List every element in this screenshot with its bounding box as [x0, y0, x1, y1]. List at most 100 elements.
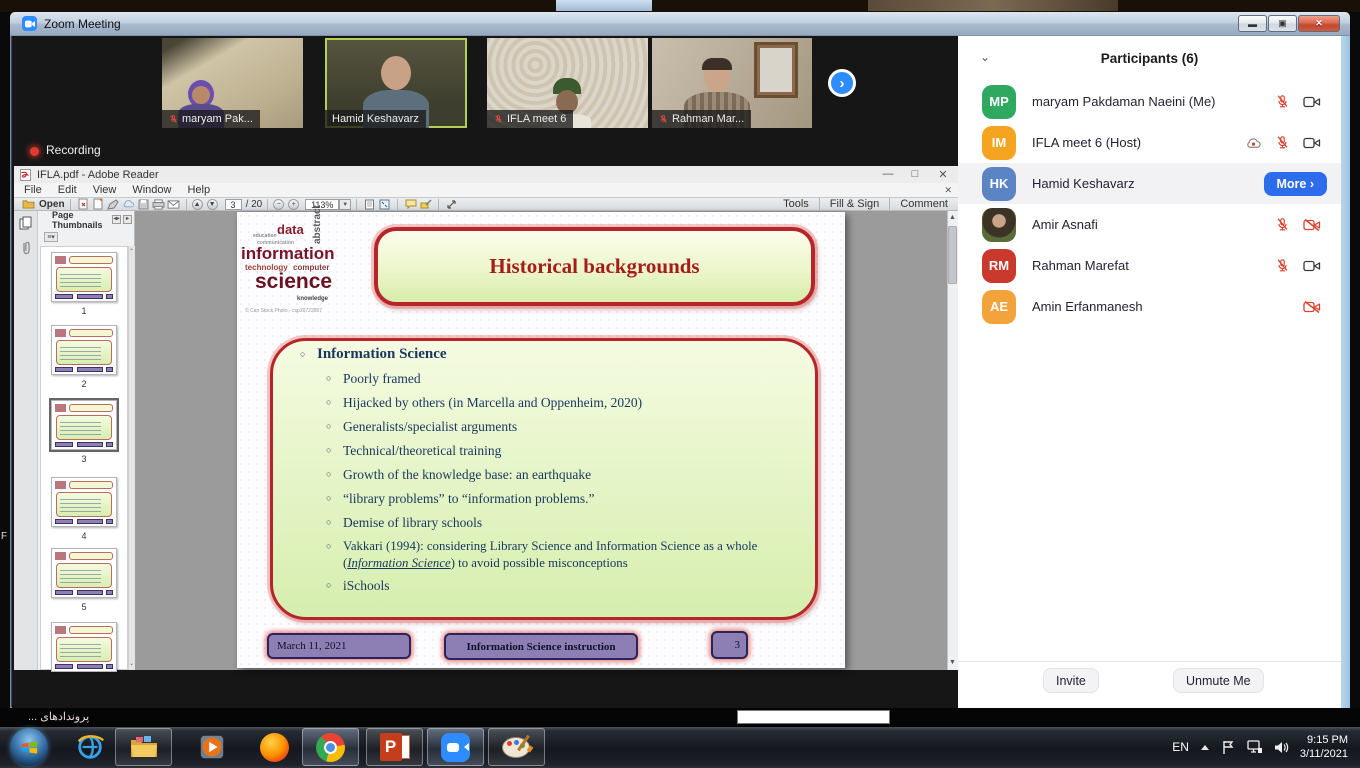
- taskbar-internet-explorer[interactable]: [68, 728, 112, 766]
- taskbar-file-explorer[interactable]: [115, 728, 172, 766]
- comment-button[interactable]: Comment: [890, 198, 958, 210]
- avatar: RM: [982, 249, 1016, 283]
- slide-footer-date: March 11, 2021: [267, 633, 411, 659]
- taskbar-zoom[interactable]: [427, 728, 484, 766]
- pdf-minimize-button[interactable]: —: [878, 168, 898, 180]
- page-thumbnail[interactable]: 5: [46, 548, 122, 612]
- tools-button[interactable]: Tools: [773, 198, 819, 210]
- menu-help[interactable]: Help: [187, 184, 210, 196]
- page-view-icon[interactable]: [362, 198, 377, 210]
- menu-view[interactable]: View: [93, 184, 117, 196]
- network-icon[interactable]: [1246, 740, 1263, 754]
- pdf-maximize-button[interactable]: □: [905, 168, 925, 180]
- close-button[interactable]: ✕: [1298, 15, 1340, 32]
- pdf-titlebar[interactable]: IFLA.pdf - Adobe Reader: [14, 166, 958, 183]
- panel-menu-icon[interactable]: ▸: [123, 215, 132, 224]
- nav-icon-strip: [14, 211, 38, 670]
- scroll-down-icon[interactable]: ▼: [948, 658, 957, 667]
- participant-row[interactable]: MP maryam Pakdaman Naeini (Me): [958, 81, 1341, 122]
- avatar: HK: [982, 167, 1016, 201]
- next-videos-button[interactable]: ›: [828, 69, 856, 97]
- attachments-paperclip-icon[interactable]: [20, 240, 32, 256]
- video-tile-ifla[interactable]: IFLA meet 6: [487, 38, 648, 128]
- page-thumbnail[interactable]: 4: [46, 477, 122, 541]
- participant-row[interactable]: IM IFLA meet 6 (Host): [958, 122, 1341, 163]
- bottom-strip: [0, 708, 1360, 726]
- start-button[interactable]: [10, 728, 48, 766]
- bullet-item: Technical/theoretical training: [343, 442, 501, 459]
- zoom-app-icon: [441, 733, 470, 762]
- scroll-up-icon[interactable]: ⌃: [128, 248, 135, 255]
- video-name-label: Rahman Mar...: [652, 110, 751, 128]
- avatar: MP: [982, 85, 1016, 119]
- fit-window-icon[interactable]: [377, 198, 392, 210]
- page-thumbnail-selected[interactable]: 3: [46, 400, 122, 464]
- thumbnail-options-icon[interactable]: ≡▾: [44, 232, 58, 242]
- page-thumbnail[interactable]: 1: [46, 252, 122, 316]
- zoom-titlebar[interactable]: Zoom Meeting ▬ ▣ ✕: [10, 12, 1350, 36]
- taskbar-media-player[interactable]: [190, 728, 234, 766]
- print-icon[interactable]: [151, 198, 166, 210]
- pdf-close-button[interactable]: ✕: [933, 168, 953, 181]
- video-tile-maryam[interactable]: maryam Pak...: [162, 38, 303, 128]
- save-icon[interactable]: [136, 198, 151, 210]
- menu-edit[interactable]: Edit: [58, 184, 77, 196]
- scroll-down-icon[interactable]: ⌄: [128, 660, 135, 667]
- volume-icon[interactable]: [1274, 741, 1289, 754]
- fill-sign-button[interactable]: Fill & Sign: [820, 198, 890, 210]
- menu-file[interactable]: File: [24, 184, 42, 196]
- folder-icon: [128, 734, 160, 760]
- muted-mic-icon: [1275, 135, 1290, 150]
- page-number-input[interactable]: 3: [225, 199, 242, 210]
- taskbar-paint[interactable]: [488, 728, 545, 766]
- video-tile-hamid[interactable]: Hamid Keshavarz: [325, 38, 467, 128]
- panel-collapse-icon[interactable]: ◂▸: [112, 215, 121, 224]
- slide-page: data education communication information…: [237, 212, 845, 668]
- fullscreen-icon[interactable]: [444, 198, 459, 210]
- taskbar-chrome[interactable]: [302, 728, 359, 766]
- invite-button[interactable]: Invite: [1043, 668, 1099, 693]
- toolbar-close-icon[interactable]: ✕: [944, 185, 952, 196]
- page-thumbnails-icon[interactable]: [19, 216, 33, 231]
- participant-row[interactable]: Amir Asnafi: [958, 204, 1341, 245]
- participant-row[interactable]: AE Amin Erfanmanesh: [958, 286, 1341, 327]
- avatar-photo: [982, 208, 1016, 242]
- language-indicator[interactable]: EN: [1172, 740, 1189, 754]
- action-center-flag-icon[interactable]: [1221, 740, 1235, 755]
- zoom-out-button[interactable]: −: [273, 199, 284, 210]
- thumbnail-scrollbar[interactable]: [128, 246, 135, 670]
- sign-pen-icon[interactable]: [106, 198, 121, 210]
- comment-bubble-icon[interactable]: [403, 198, 418, 210]
- zoom-in-button[interactable]: +: [288, 199, 299, 210]
- taskbar-powerpoint[interactable]: P: [366, 728, 423, 766]
- taskbar-firefox[interactable]: [252, 728, 296, 766]
- export-pdf-icon[interactable]: [76, 198, 91, 210]
- wordcloud-word: abstract: [312, 205, 323, 244]
- system-tray: EN 9:15 PM 3/11/2021: [1172, 726, 1356, 768]
- video-tile-rahman[interactable]: Rahman Mar...: [652, 38, 812, 128]
- window-border: [1341, 36, 1350, 708]
- prev-page-button[interactable]: ▲: [192, 199, 203, 210]
- participant-row[interactable]: RM Rahman Marefat: [958, 245, 1341, 286]
- clock[interactable]: 9:15 PM 3/11/2021: [1300, 733, 1356, 761]
- cloud-share-icon[interactable]: [121, 198, 136, 210]
- hidden-icons-chevron[interactable]: [1200, 744, 1210, 751]
- open-button[interactable]: Open: [22, 199, 65, 210]
- minimize-button[interactable]: ▬: [1238, 15, 1267, 32]
- zoom-dropdown-icon[interactable]: ▼: [339, 199, 351, 210]
- next-page-button[interactable]: ▼: [207, 199, 218, 210]
- wordcloud-caption: © Can Stock Photo - csp20722897: [245, 308, 322, 314]
- email-icon[interactable]: [166, 198, 181, 210]
- more-button[interactable]: More ›: [1264, 172, 1328, 196]
- edge-artifact: F: [1, 531, 7, 542]
- highlight-icon[interactable]: [418, 198, 433, 210]
- participant-row-hovered[interactable]: HK Hamid Keshavarz More ›: [958, 163, 1341, 204]
- create-pdf-icon[interactable]: [91, 198, 106, 210]
- menu-window[interactable]: Window: [132, 184, 171, 196]
- maximize-button[interactable]: ▣: [1268, 15, 1297, 32]
- windows-logo-icon: [20, 738, 39, 757]
- scroll-up-icon[interactable]: ▲: [948, 213, 957, 222]
- unmute-me-button[interactable]: Unmute Me: [1173, 668, 1264, 693]
- scrollbar-thumb[interactable]: [948, 226, 957, 284]
- page-thumbnail[interactable]: 2: [46, 325, 122, 389]
